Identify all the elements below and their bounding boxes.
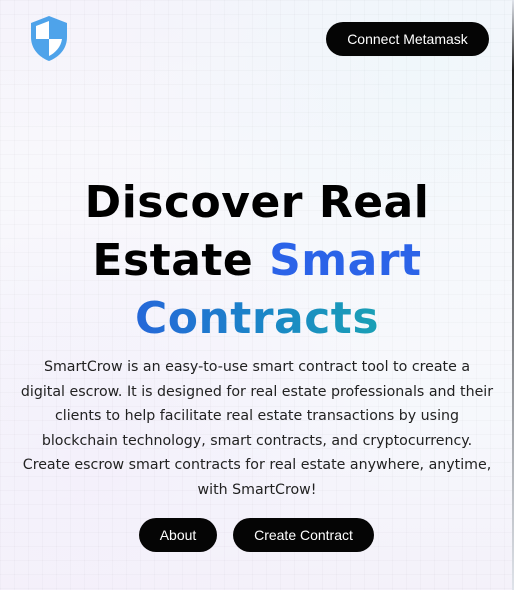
hero-title-line-1: Discover Real (84, 177, 430, 228)
hero-title-line-2: Estate Smart (0, 232, 514, 290)
about-button[interactable]: About (139, 518, 217, 552)
create-contract-button[interactable]: Create Contract (233, 518, 374, 552)
hero-title-line-3: Contracts (0, 290, 514, 348)
hero-title-highlight-smart: Smart (269, 235, 422, 286)
hero-title-highlight-contracts: Contracts (134, 293, 380, 344)
hero-title-plain-word: Estate (92, 235, 270, 286)
hero-title: Discover Real Estate Smart Contracts (0, 174, 514, 348)
shield-icon[interactable] (27, 13, 71, 63)
connect-metamask-button[interactable]: Connect Metamask (326, 22, 489, 56)
hero-description: SmartCrow is an easy-to-use smart contra… (20, 359, 494, 498)
shield-logo-svg (31, 16, 67, 61)
